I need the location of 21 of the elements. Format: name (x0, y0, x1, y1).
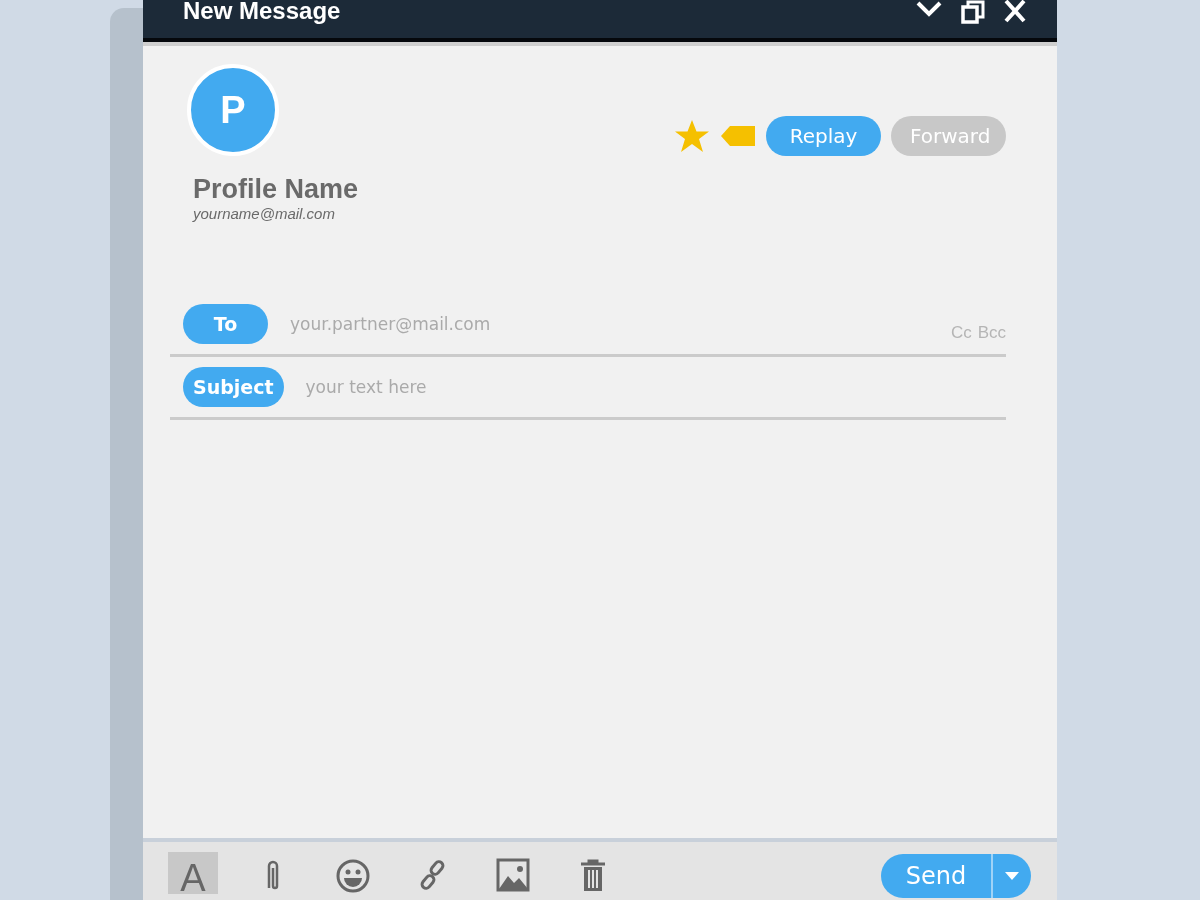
trash-icon (580, 858, 606, 892)
window-title: New Message (183, 0, 342, 22)
send-button[interactable]: Send (881, 854, 1031, 898)
profile-name: Profile Name (193, 174, 359, 205)
input-field[interactable]: your text here (303, 371, 1006, 403)
avatar: P (187, 64, 279, 156)
profile-email: yourname@mail.com (193, 205, 335, 222)
input-field[interactable]: your.partner@mail.com (288, 308, 945, 340)
star-icon[interactable] (674, 119, 710, 153)
restore-icon[interactable] (961, 0, 985, 24)
recipient-link[interactable]: Cc (950, 323, 972, 343)
caret-icon (1005, 872, 1019, 880)
close-icon[interactable] (1003, 0, 1027, 24)
image-icon (496, 858, 530, 892)
text-format-button[interactable]: A (168, 852, 218, 894)
send-label-button[interactable]: Send (881, 854, 993, 898)
field-label-button[interactable]: Subject (183, 367, 284, 407)
field-label-button[interactable]: To (183, 304, 268, 344)
reply-button[interactable]: Replay (766, 116, 881, 156)
smiley-icon (335, 858, 371, 894)
recipient-link[interactable]: Bcc (977, 323, 1006, 343)
